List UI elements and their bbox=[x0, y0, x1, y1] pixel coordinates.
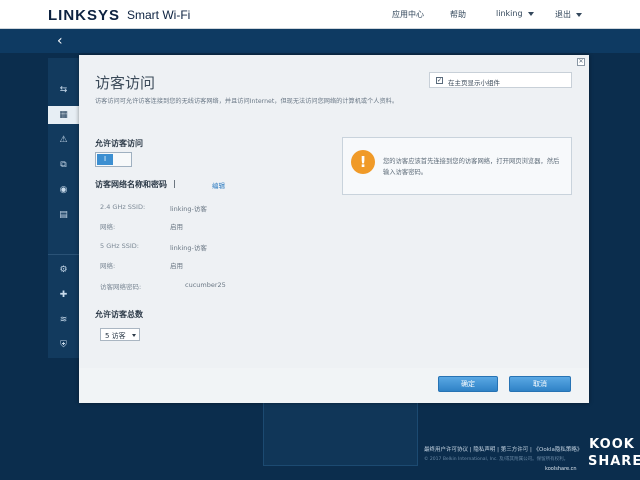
security-icon[interactable]: ⛨ bbox=[48, 336, 79, 354]
network-name-label: 访客网络名称和密码 bbox=[95, 180, 167, 189]
network-24-value: 启用 bbox=[170, 223, 183, 231]
alert-icon[interactable]: ⚠ bbox=[48, 131, 79, 149]
back-arrow-icon[interactable]: ‹ bbox=[57, 33, 63, 49]
router-map-icon[interactable]: ⇆ bbox=[48, 81, 79, 99]
edit-link[interactable]: 编辑 bbox=[212, 180, 225, 190]
nav-logout-label: 退出 bbox=[555, 10, 571, 19]
footer-links[interactable]: 最终用户许可协议 | 隐私声明 | 第三方许可 | 《Ookla隐私策略》 bbox=[424, 445, 582, 453]
speed-test-icon[interactable]: ▤ bbox=[48, 206, 79, 224]
logo-subtitle: Smart Wi-Fi bbox=[127, 8, 191, 22]
sidebar-divider bbox=[48, 254, 79, 255]
total-guests-label: 允许访客总数 bbox=[95, 310, 143, 319]
ssid-24-key: 2.4 GHz SSID: bbox=[100, 203, 146, 211]
dialog-title: 访客访问 bbox=[95, 74, 156, 92]
ssid-5-value: linking-访客 bbox=[170, 244, 207, 252]
background-widget bbox=[263, 402, 418, 466]
parental-controls-icon[interactable]: ⧉ bbox=[48, 156, 79, 174]
label-separator: | bbox=[173, 179, 176, 188]
guest-access-dialog: ✕ 访客访问 访客访问可允许访客连接到您的无线访客网络，并且访问Internet… bbox=[79, 55, 589, 403]
subheader-bar bbox=[0, 29, 640, 53]
show-widget-option[interactable]: ✓ 在主页显示小组件 bbox=[429, 72, 572, 88]
watermark-url: koolshare.cn bbox=[545, 466, 577, 472]
ssid-24-value: linking-访客 bbox=[170, 205, 207, 213]
chevron-down-icon bbox=[576, 12, 582, 17]
chevron-down-icon bbox=[132, 334, 136, 337]
troubleshooting-icon[interactable]: ✚ bbox=[48, 286, 79, 304]
nav-help[interactable]: 帮助 bbox=[450, 9, 466, 20]
network-24-key: 网络: bbox=[100, 223, 116, 231]
top-header: LINKSYS Smart Wi-Fi 应用中心 帮助 linking 退出 bbox=[0, 0, 640, 29]
nav-user-label: linking bbox=[496, 9, 523, 18]
nav-logout-menu[interactable]: 退出 bbox=[555, 9, 582, 20]
chevron-down-icon bbox=[527, 11, 534, 16]
allow-guest-toggle[interactable]: I bbox=[95, 152, 132, 167]
info-panel: ! 您的访客应该首先连接到您的访客网络，打开网页浏览器，然后输入访客密码。 bbox=[342, 137, 572, 195]
ssid-5-key: 5 GHz SSID: bbox=[100, 242, 139, 250]
nav-user-menu[interactable]: linking bbox=[496, 9, 534, 18]
wireless-icon[interactable]: ≋ bbox=[48, 311, 79, 329]
info-text: 您的访客应该首先连接到您的访客网络，打开网页浏览器，然后输入访客密码。 bbox=[383, 158, 560, 176]
show-widget-label: 在主页显示小组件 bbox=[448, 79, 500, 87]
watermark-bottom: SHARE bbox=[588, 454, 640, 469]
cancel-button[interactable]: 取消 bbox=[509, 376, 571, 392]
ok-button[interactable]: 确定 bbox=[438, 376, 498, 392]
toggle-on-indicator: I bbox=[97, 154, 113, 165]
watermark-top: KOOK bbox=[589, 437, 635, 452]
allow-guest-label: 允许访客访问 bbox=[95, 139, 143, 148]
warning-icon: ! bbox=[351, 150, 375, 174]
connectivity-icon[interactable]: ⚙ bbox=[48, 261, 79, 279]
total-guests-value: 5 访客 bbox=[105, 332, 126, 340]
total-guests-select[interactable]: 5 访客 bbox=[100, 328, 140, 341]
dialog-description: 访客访问可允许访客连接到您的无线访客网络，并且访问Internet，但现无法访问… bbox=[95, 98, 399, 105]
linksys-logo[interactable]: LINKSYS bbox=[48, 7, 120, 24]
show-widget-checkbox[interactable]: ✓ bbox=[436, 77, 443, 84]
guest-access-icon[interactable]: ▦ bbox=[48, 106, 79, 124]
guest-password-value: cucumber25 bbox=[185, 281, 226, 289]
guest-password-key: 访客网络密码: bbox=[100, 283, 142, 291]
nav-app-center[interactable]: 应用中心 bbox=[392, 9, 424, 20]
close-icon[interactable]: ✕ bbox=[577, 58, 585, 66]
media-prioritization-icon[interactable]: ◉ bbox=[48, 181, 79, 199]
network-5-key: 网络: bbox=[100, 262, 116, 270]
sidebar: ⇆ ▦ ⚠ ⧉ ◉ ▤ ⚙ ✚ ≋ ⛨ bbox=[48, 58, 79, 358]
watermark-logo: KOOK SHARE bbox=[588, 436, 640, 474]
dialog-body: ✕ 访客访问 访客访问可允许访客连接到您的无线访客网络，并且访问Internet… bbox=[79, 55, 589, 368]
footer-copyright: © 2017 Belkin International, Inc. 及/或其附属… bbox=[424, 457, 569, 462]
network-5-value: 启用 bbox=[170, 262, 183, 270]
